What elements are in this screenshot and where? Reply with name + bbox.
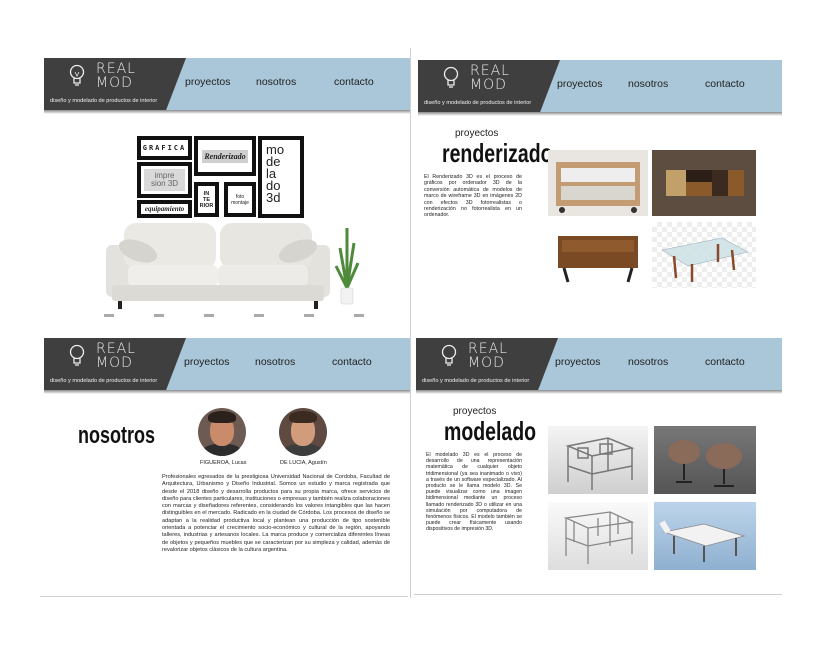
render-thumb-2[interactable]: [652, 150, 756, 216]
panel-renderizado: REAL MOD diseño y modelado de productos …: [418, 60, 782, 300]
lightbulb-icon: [69, 344, 85, 366]
header-shadow: [416, 390, 782, 394]
model-thumb-1[interactable]: [548, 426, 648, 494]
frame-equipamiento-label: equipamiento: [144, 204, 185, 213]
brand-tagline: diseño y modelado de productos de interi…: [50, 378, 158, 384]
header-shadow: [418, 112, 782, 116]
divider: [410, 48, 411, 598]
frame-equipamiento[interactable]: equipamiento: [137, 200, 192, 218]
bottom-rule-left: [40, 596, 408, 597]
nav-contacto[interactable]: contacto: [705, 78, 745, 90]
brand-tagline: diseño y modelado de productos de interi…: [422, 378, 530, 384]
frame-grafica[interactable]: GRAFICA: [137, 136, 192, 160]
avatar-lucas: [198, 408, 246, 456]
model-thumb-2[interactable]: [654, 426, 756, 494]
plant-image: [334, 228, 360, 305]
frame-grafica-label: GRAFICA: [142, 143, 187, 152]
frame-interior[interactable]: IN TE RIOR: [194, 182, 219, 217]
frame-renderizado[interactable]: Renderizado: [194, 136, 256, 176]
section-body: El modelado 3D es el proceso de desarrol…: [426, 452, 522, 533]
nav-nosotros[interactable]: nosotros: [256, 76, 296, 88]
brand-logo-text[interactable]: REAL MOD: [470, 64, 520, 92]
nav-contacto[interactable]: contacto: [705, 356, 745, 368]
site-header: REAL MOD diseño y modelado de productos …: [416, 338, 782, 394]
brand-logo-text[interactable]: REAL MOD: [468, 342, 518, 370]
site-header: REAL MOD diseño y modelado de productos …: [44, 58, 410, 114]
nav-nosotros[interactable]: nosotros: [628, 78, 668, 90]
frame-modelado[interactable]: mo de la do 3d: [258, 136, 304, 218]
lightbulb-icon: [441, 344, 457, 366]
panel-home: REAL MOD diseño y modelado de productos …: [44, 58, 410, 320]
frame-foto[interactable]: foto montaje: [224, 182, 256, 217]
caption-agustin: DE LUCIA, Agustín: [280, 460, 327, 466]
nav-nosotros[interactable]: nosotros: [628, 356, 668, 368]
nav-proyectos[interactable]: proyectos: [184, 356, 230, 368]
render-thumb-1[interactable]: [548, 150, 648, 216]
site-header: REAL MOD diseño y modelado de productos …: [418, 60, 782, 116]
brand-tagline: diseño y modelado de productos de interi…: [424, 100, 532, 106]
model-thumb-3[interactable]: [548, 502, 648, 570]
model-thumb-4[interactable]: [654, 502, 756, 570]
header-shadow: [44, 110, 410, 114]
render-thumb-4[interactable]: [652, 222, 756, 288]
sofa-image: [106, 223, 330, 309]
bottom-rule-right: [414, 594, 782, 595]
brand-tagline: diseño y modelado de productos de interi…: [50, 98, 158, 104]
section-body: Profesionales egresados de la prestigios…: [162, 474, 390, 553]
panel-modelado: REAL MOD diseño y modelado de productos …: [416, 338, 782, 594]
brand-logo-text[interactable]: REAL MOD: [96, 62, 146, 90]
frame-foto-label: foto montaje: [231, 193, 249, 206]
section-title: modelado: [444, 416, 537, 446]
section-title: nosotros: [78, 422, 156, 449]
frame-renderizado-label: Renderizado: [202, 149, 248, 163]
avatar-agustin: [279, 408, 327, 456]
frame-modelado-label: mo de la do 3d: [266, 142, 285, 205]
lightbulb-icon: [69, 64, 85, 86]
brand-logo-text[interactable]: REAL MOD: [96, 342, 146, 370]
caption-lucas: FIGUEROA, Lucas: [200, 460, 247, 466]
render-thumb-3[interactable]: [548, 222, 648, 288]
section-body: El Renderizado 3D es el proceso de gráfi…: [424, 174, 522, 219]
panel-nosotros: REAL MOD diseño y modelado de productos …: [44, 338, 410, 596]
header-shadow: [44, 390, 410, 394]
frame-interior-label: IN TE RIOR: [199, 190, 214, 209]
home-bottom-strip: [104, 314, 374, 317]
nav-contacto[interactable]: contacto: [334, 76, 374, 88]
frame-impresion-label: impre sion 3D: [150, 171, 179, 188]
nav-proyectos[interactable]: proyectos: [555, 356, 601, 368]
nav-contacto[interactable]: contacto: [332, 356, 372, 368]
collage-page: REAL MOD diseño y modelado de productos …: [0, 0, 829, 652]
nav-proyectos[interactable]: proyectos: [185, 76, 231, 88]
frame-impresion[interactable]: impre sion 3D: [137, 162, 192, 198]
section-title: renderizado: [442, 138, 553, 168]
nav-proyectos[interactable]: proyectos: [557, 78, 603, 90]
nav-nosotros[interactable]: nosotros: [255, 356, 295, 368]
lightbulb-icon: [443, 66, 459, 88]
site-header: REAL MOD diseño y modelado de productos …: [44, 338, 410, 394]
